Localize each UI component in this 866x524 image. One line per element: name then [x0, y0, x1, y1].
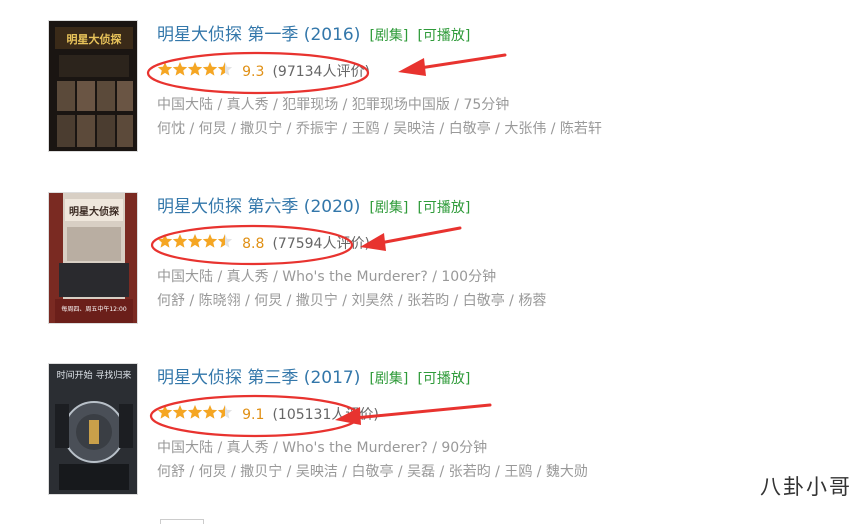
star-full	[187, 61, 203, 76]
rating-stars	[157, 230, 233, 258]
watermark-text: 八卦小哥	[760, 475, 852, 499]
star-full	[157, 404, 173, 419]
series-tag[interactable]: [剧集]	[369, 200, 408, 216]
rating-votes[interactable]: (77594人评价)	[272, 236, 369, 252]
poster-logo-text: 明星大侦探	[67, 32, 123, 46]
playable-tag[interactable]: [可播放]	[417, 28, 470, 44]
playable-tag[interactable]: [可播放]	[417, 371, 470, 387]
star-full	[202, 404, 218, 419]
meta-cast: 何舒 / 陈晓翎 / 何炅 / 撒贝宁 / 刘昊然 / 张若昀 / 白敬亭 / …	[157, 293, 547, 309]
star-full	[172, 233, 188, 248]
playable-tag[interactable]: [可播放]	[417, 200, 470, 216]
result-title-link[interactable]: 明星大侦探 第三季 (2017)	[157, 368, 360, 388]
rating-stars	[157, 58, 233, 86]
series-tag[interactable]: [剧集]	[369, 28, 408, 44]
result-title-link[interactable]: 明星大侦探 第一季 (2016)	[157, 25, 360, 45]
rating-stars	[157, 401, 233, 429]
poster-image[interactable]: 明星大侦探	[48, 20, 138, 152]
rating-votes[interactable]: (97134人评价)	[272, 64, 369, 80]
meta-region-genre: 中国大陆 / 真人秀 / Who's the Murderer? / 100分钟	[157, 269, 497, 285]
poster-logo-text: 时间开始 寻找归来	[57, 369, 132, 381]
series-tag[interactable]: [剧集]	[369, 371, 408, 387]
meta-cast: 何忱 / 何炅 / 撒贝宁 / 乔振宇 / 王鸥 / 吴映洁 / 白敬亭 / 大…	[157, 121, 602, 137]
star-full	[202, 61, 218, 76]
star-full	[202, 233, 218, 248]
next-item-edge	[160, 519, 204, 524]
star-full	[172, 404, 188, 419]
meta-region-genre: 中国大陆 / 真人秀 / Who's the Murderer? / 90分钟	[157, 440, 488, 456]
meta-region-genre: 中国大陆 / 真人秀 / 犯罪现场 / 犯罪现场中国版 / 75分钟	[157, 97, 510, 113]
poster-image[interactable]: 明星大侦探 每周四、周五中午12:00	[48, 192, 138, 324]
meta-cast: 何舒 / 何炅 / 撒贝宁 / 吴映洁 / 白敬亭 / 吴磊 / 张若昀 / 王…	[157, 464, 588, 480]
result-item: 明星大侦探 明星大侦探 第一季 (2016) [剧集] [可播放] 9.3 (9…	[48, 20, 848, 180]
rating-score: 9.1	[242, 406, 265, 423]
result-item: 明星大侦探 每周四、周五中午12:00 明星大侦探 第六季 (2020) [剧集…	[48, 192, 848, 352]
star-full	[187, 233, 203, 248]
poster-image[interactable]: 时间开始 寻找归来	[48, 363, 138, 495]
result-title-link[interactable]: 明星大侦探 第六季 (2020)	[157, 197, 360, 217]
poster-logo-text: 明星大侦探	[69, 205, 119, 218]
result-item: 时间开始 寻找归来 明星大侦探 第三季 (2017) [剧集] [可播放] 9.…	[48, 363, 848, 523]
rating-votes[interactable]: (105131人评价)	[272, 407, 378, 423]
star-full	[187, 404, 203, 419]
star-full	[172, 61, 188, 76]
star-full	[157, 233, 173, 248]
star-full	[157, 61, 173, 76]
rating-score: 8.8	[242, 235, 265, 252]
rating-score: 9.3	[242, 63, 265, 80]
poster-caption: 每周四、周五中午12:00	[61, 305, 126, 313]
